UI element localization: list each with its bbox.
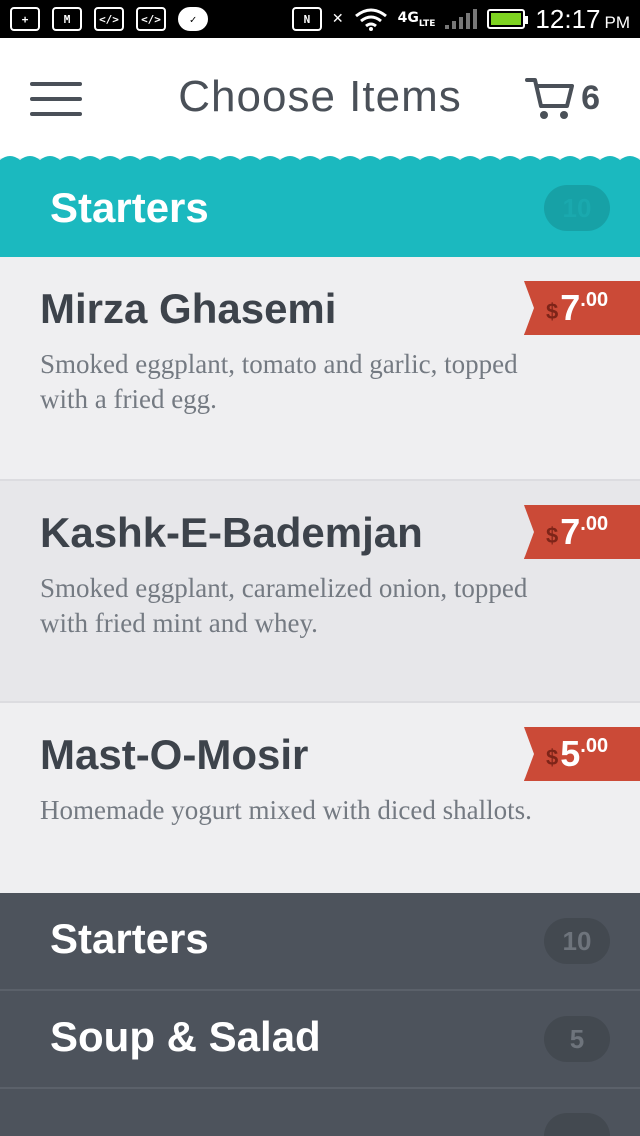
shopping-cart-icon [525, 78, 575, 119]
price-tag: $7.00 [524, 281, 640, 335]
cart-button[interactable]: 6 [525, 74, 600, 122]
category-row-starters[interactable]: Starters 10 [0, 893, 640, 991]
gmail-icon: M [52, 7, 82, 31]
category-label: Soup & Salad [50, 1013, 321, 1060]
menu-item[interactable]: Kashk-E-Bademjan Smoked eggplant, carame… [0, 481, 640, 703]
item-description: Smoked eggplant, tomato and garlic, topp… [40, 349, 518, 414]
cart-count: 6 [581, 78, 600, 117]
muted-icon: ✕ [331, 11, 344, 27]
category-count-badge: 5 [544, 1016, 610, 1062]
menu-item[interactable]: Mast-O-Mosir Homemade yogurt mixed with … [0, 703, 640, 893]
app-header: Choose Items 6 [0, 38, 640, 158]
network-type: 4GLTE [397, 9, 436, 29]
category-count-badge: 10 [544, 918, 610, 964]
category-list: Starters 10 Soup & Salad 5 [0, 893, 640, 1136]
category-row[interactable] [0, 1089, 640, 1136]
check-icon: ✓ [178, 7, 208, 31]
item-list: Mirza Ghasemi Smoked eggplant, tomato an… [0, 257, 640, 893]
item-description: Homemade yogurt mixed with diced shallot… [40, 795, 532, 825]
code-icon: </> [136, 7, 166, 31]
category-label: Starters [50, 915, 209, 962]
category-row-soup-salad[interactable]: Soup & Salad 5 [0, 991, 640, 1089]
status-bar: + M </> </> ✓ N ✕ 4GLTE 12:17 PM [0, 0, 640, 38]
nfc-icon: N [291, 7, 322, 31]
add-icon: + [10, 7, 40, 31]
item-description: Smoked eggplant, caramelized onion, topp… [40, 573, 528, 638]
menu-item[interactable]: Mirza Ghasemi Smoked eggplant, tomato an… [0, 257, 640, 481]
item-name: Mast-O-Mosir [40, 731, 309, 778]
item-name: Kashk-E-Bademjan [40, 509, 423, 556]
signal-icon [445, 9, 478, 29]
category-header-starters[interactable]: Starters 10 [0, 160, 640, 257]
category-count-badge [544, 1113, 610, 1136]
wifi-icon [354, 8, 387, 31]
item-name: Mirza Ghasemi [40, 285, 337, 332]
battery-icon [487, 9, 529, 29]
price-tag: $7.00 [524, 505, 640, 559]
code-icon: </> [94, 7, 124, 31]
category-count-badge: 10 [544, 185, 610, 231]
category-label: Starters [50, 184, 209, 231]
clock: 12:17 PM [535, 3, 630, 34]
price-tag: $5.00 [524, 727, 640, 781]
